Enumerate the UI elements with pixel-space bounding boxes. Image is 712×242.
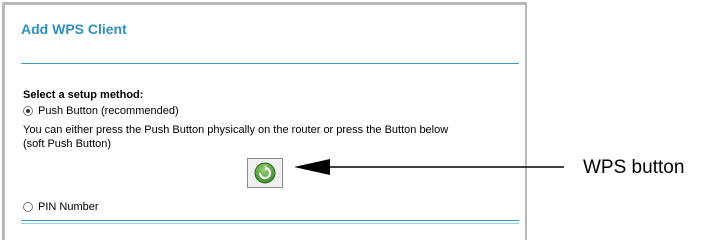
callout-arrow-icon [294,159,564,175]
wps-icon [254,162,276,184]
push-button-description: You can either press the Push Button phy… [23,123,503,151]
setup-method-label: Select a setup method: [23,89,144,101]
description-line-2: (soft Push Button) [23,138,112,150]
add-wps-client-panel: Add WPS Client Select a setup method: Pu… [2,2,527,240]
wps-soft-push-button[interactable] [247,158,283,188]
pin-number-radio[interactable] [23,202,33,212]
wps-button-callout-label: WPS button [583,157,685,178]
page-title: Add WPS Client [21,21,127,37]
bottom-divider [21,220,519,221]
pin-number-option[interactable]: PIN Number [23,201,99,213]
push-button-radio[interactable] [23,106,33,116]
description-line-1: You can either press the Push Button phy… [23,124,449,136]
push-button-option[interactable]: Push Button (recommended) [23,105,179,117]
pin-number-option-label: PIN Number [38,201,99,213]
push-button-option-label: Push Button (recommended) [38,105,179,117]
title-divider [21,63,519,64]
bottom-divider-shadow [21,223,519,224]
